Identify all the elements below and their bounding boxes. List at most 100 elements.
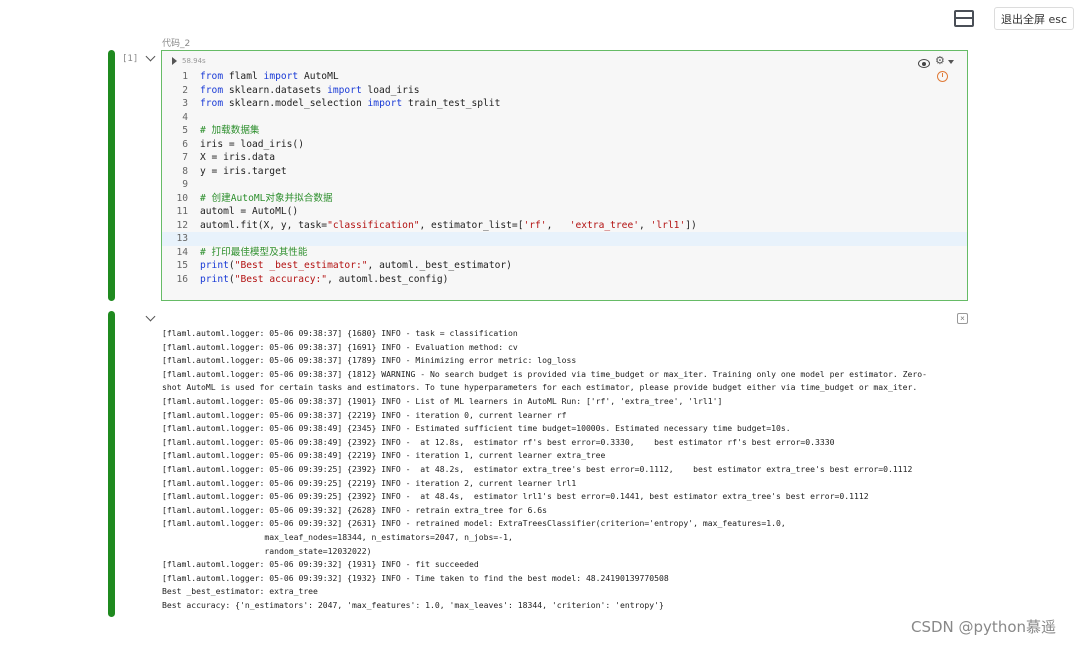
line-number: 2 <box>182 84 188 96</box>
code-token: ]) <box>685 219 697 231</box>
output-line: [flaml.automl.logger: 05-06 09:38:49] {2… <box>162 450 606 461</box>
code-text: print("Best accuracy:", automl.best_conf… <box>200 273 448 287</box>
cell-output: [flaml.automl.logger: 05-06 09:38:37] {1… <box>162 327 962 612</box>
code-line[interactable]: 6 iris = load_iris() <box>162 138 967 152</box>
caret-down-icon[interactable] <box>948 60 954 64</box>
code-line[interactable]: 4 <box>162 111 967 125</box>
code-token: load_iris <box>361 84 420 96</box>
code-text: iris = load_iris() <box>200 138 304 152</box>
code-line[interactable]: 16 print("Best accuracy:", automl.best_co… <box>162 273 967 287</box>
execution-count: [1] <box>122 54 139 64</box>
code-line[interactable]: 14 # 打印最佳模型及其性能 <box>162 246 967 260</box>
code-line[interactable]: 3 from sklearn.model_selection import tra… <box>162 97 967 111</box>
line-number: 7 <box>182 152 188 163</box>
code-text: # 打印最佳模型及其性能 <box>200 246 308 260</box>
code-token: , <box>546 219 570 231</box>
code-token: , automl.best_config) <box>327 273 449 285</box>
output-line: [flaml.automl.logger: 05-06 09:38:37] {2… <box>162 409 567 420</box>
code-token: , <box>639 219 651 231</box>
output-line: [flaml.automl.logger: 05-06 09:39:25] {2… <box>162 463 913 474</box>
output-line: Best _best_estimator: extra_tree <box>162 586 318 597</box>
code-token: , automl._best_estimator) <box>367 260 512 271</box>
line-number: 1 <box>182 71 188 82</box>
output-line: [flaml.automl.logger: 05-06 09:39:25] {2… <box>162 477 577 488</box>
code-token: 'lrl1' <box>650 219 686 231</box>
output-line: [flaml.automl.logger: 05-06 09:38:49] {2… <box>162 423 791 434</box>
split-layout-icon[interactable] <box>954 10 974 27</box>
cell-status-bar <box>108 50 115 301</box>
watermark: CSDN @python慕遥 <box>911 618 1057 636</box>
code-text: # 加载数据集 <box>200 124 260 138</box>
output-line: [flaml.automl.logger: 05-06 09:39:32] {2… <box>162 518 786 529</box>
code-text: from flaml import AutoML <box>200 70 339 84</box>
code-line[interactable]: 9 <box>162 178 967 192</box>
code-token: # 打印最佳模型及其性能 <box>200 246 308 258</box>
line-number: 12 <box>176 219 188 231</box>
code-token: # 加载数据集 <box>200 125 260 136</box>
code-token: sklearn.model_selection <box>223 98 368 109</box>
output-line: [flaml.automl.logger: 05-06 09:39:32] {1… <box>162 559 479 570</box>
code-line[interactable]: 1 from flaml import AutoML <box>162 70 967 84</box>
code-token: 'rf' <box>523 219 547 231</box>
run-cell-icon[interactable] <box>172 57 177 65</box>
output-line: Best accuracy: {'n_estimators': 2047, 'm… <box>162 599 664 610</box>
eye-icon[interactable] <box>918 59 930 68</box>
code-token: 'extra_tree' <box>569 219 639 231</box>
output-line: [flaml.automl.logger: 05-06 09:39:32] {1… <box>162 572 669 583</box>
code-line[interactable]: 15 print("Best _best_estimator:", automl.… <box>162 259 967 273</box>
output-line: [flaml.automl.logger: 05-06 09:38:37] {1… <box>162 341 518 352</box>
line-number: 9 <box>182 179 188 190</box>
code-line[interactable]: 7 X = iris.data <box>162 151 967 165</box>
output-line: [flaml.automl.logger: 05-06 09:39:25] {2… <box>162 491 869 502</box>
code-token: import <box>367 98 403 109</box>
output-line: [flaml.automl.logger: 05-06 09:38:49] {2… <box>162 436 835 447</box>
code-token: , estimator_list=[ <box>419 219 524 231</box>
collapse-code-chevron-icon[interactable] <box>145 51 156 62</box>
run-status: 58.94s <box>172 57 206 65</box>
code-line[interactable]: 10 # 创建AutoML对象并拟合数据 <box>162 192 967 206</box>
output-line: [flaml.automl.logger: 05-06 09:38:37] {1… <box>162 328 518 338</box>
line-number: 3 <box>182 98 188 109</box>
code-token: print <box>200 260 229 271</box>
code-token: sklearn.datasets <box>223 84 328 96</box>
collapse-output-chevron-icon[interactable] <box>145 311 156 322</box>
code-token: "Best _best_estimator:" <box>234 260 368 271</box>
code-token: y = iris.target <box>200 165 287 177</box>
output-line: [flaml.automl.logger: 05-06 09:39:32] {2… <box>162 504 547 515</box>
code-token: train_test_split <box>402 98 501 109</box>
code-text: from sklearn.datasets import load_iris <box>200 84 420 98</box>
settings-icon[interactable]: ⚙ <box>935 56 945 67</box>
code-token: automl.fit(X, y, task= <box>200 219 328 231</box>
code-line[interactable]: 5 # 加载数据集 <box>162 124 967 138</box>
clear-output-icon[interactable]: × <box>957 313 968 324</box>
line-number: 16 <box>176 273 188 285</box>
code-line[interactable]: 8 y = iris.target <box>162 165 967 179</box>
exit-fullscreen-button[interactable]: 退出全屏 esc <box>994 7 1074 30</box>
code-line[interactable]: 2 from sklearn.datasets import load_iris <box>162 84 967 98</box>
line-number: 14 <box>176 246 188 258</box>
code-token: flaml <box>223 71 264 82</box>
line-number: 11 <box>176 206 188 217</box>
code-token: X = iris.data <box>200 152 276 163</box>
code-text: print("Best _best_estimator:", automl._b… <box>200 259 512 273</box>
output-line: shot AutoML is used for certain tasks an… <box>162 382 918 393</box>
code-line[interactable]: 12 automl.fit(X, y, task="classification"… <box>162 219 967 233</box>
line-number: 13 <box>176 233 188 244</box>
code-line[interactable]: 11 automl = AutoML() <box>162 205 967 219</box>
line-number: 4 <box>182 111 188 123</box>
code-text: X = iris.data <box>200 151 275 165</box>
code-token: from <box>200 84 224 96</box>
code-line[interactable]: 13 <box>162 232 967 246</box>
code-token: AutoML <box>298 71 339 82</box>
line-number: 5 <box>182 125 188 136</box>
code-cell[interactable]: 58.94s ⚙ 1 from flaml import AutoML 2 from … <box>161 50 968 301</box>
output-line: [flaml.automl.logger: 05-06 09:38:37] {1… <box>162 395 723 406</box>
code-text: from sklearn.model_selection import trai… <box>200 97 500 111</box>
output-line: max_leaf_nodes=18344, n_estimators=2047,… <box>162 531 513 542</box>
code-token: iris = load_iris() <box>200 138 304 150</box>
output-line: [flaml.automl.logger: 05-06 09:38:37] {1… <box>162 355 577 366</box>
code-editor[interactable]: 1 from flaml import AutoML 2 from sklearn.d… <box>162 70 967 286</box>
code-token: print <box>200 273 229 285</box>
code-token: import <box>263 71 299 82</box>
code-token: "classification" <box>327 219 420 231</box>
